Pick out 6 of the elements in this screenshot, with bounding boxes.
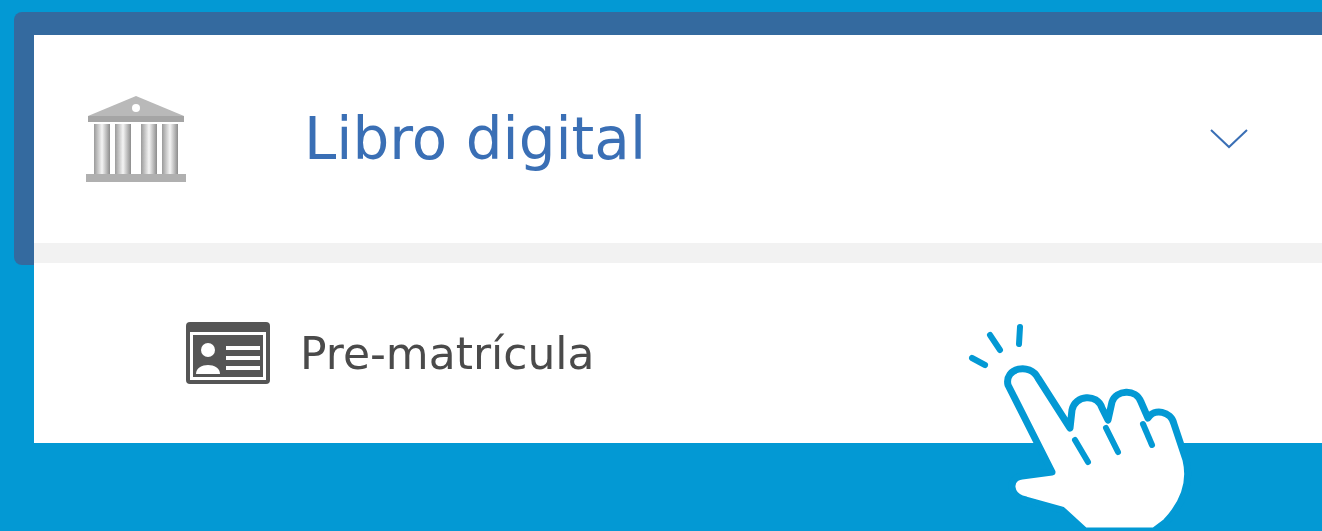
- menu-title: Libro digital: [304, 105, 647, 173]
- id-card-icon: [186, 322, 270, 384]
- bank-icon: [84, 94, 188, 184]
- chevron-down-icon[interactable]: [1210, 129, 1248, 149]
- menu-item[interactable]: Pre-matrícula: [300, 327, 595, 379]
- menu-header[interactable]: Libro digital: [34, 35, 1322, 243]
